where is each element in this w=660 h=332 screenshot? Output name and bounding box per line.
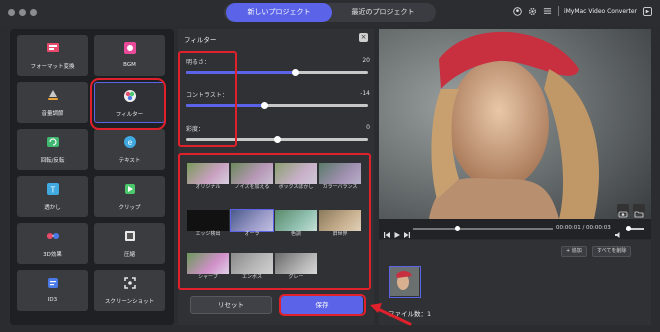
tool-clip[interactable]: クリップ	[94, 176, 165, 217]
tab-new-project[interactable]: 新しいプロジェクト	[226, 3, 332, 22]
volume-knob[interactable]	[626, 226, 631, 231]
watermark-icon: T	[46, 182, 60, 196]
title-bar: 新しいプロジェクト 最近のプロジェクト iMyMac Video Convert…	[0, 0, 660, 26]
tool-label: テキスト	[118, 158, 141, 164]
saturation-value: 0	[366, 124, 370, 131]
contrast-value: -14	[360, 90, 370, 97]
annotation-arrow-icon	[370, 303, 412, 326]
folder-icon[interactable]	[633, 204, 645, 218]
file-thumbnail[interactable]	[389, 266, 421, 298]
tool-rotate[interactable]: 回転/反転	[17, 129, 88, 170]
progress-knob[interactable]	[455, 226, 460, 231]
highlight-filter-tool	[90, 78, 166, 130]
tool-bgm[interactable]: BGM	[94, 35, 165, 76]
window-close-dot[interactable]	[8, 9, 15, 16]
svg-text:e: e	[127, 138, 132, 147]
tool-label: 回転/反転	[40, 158, 65, 164]
filter-title: フィルター	[184, 36, 217, 44]
highlight-save	[279, 294, 366, 316]
3d-glasses-icon	[46, 229, 60, 243]
id3-icon	[46, 276, 60, 290]
menu-icon[interactable]	[543, 6, 553, 16]
tool-compress[interactable]: 圧縮	[94, 223, 165, 264]
snapshot-camera-icon[interactable]	[617, 204, 629, 218]
tool-label: 音量調節	[41, 111, 64, 117]
divider	[557, 6, 559, 16]
player-controls: 00:00:01 / 00:00:03	[379, 219, 651, 239]
tool-grid: フォーマット変換 BGM 音量調節 フィルター 回転/反転 e テキスト T 透…	[10, 29, 174, 325]
tool-format-convert[interactable]: フォーマット変換	[17, 35, 88, 76]
project-tabs: 新しいプロジェクト 最近のプロジェクト	[224, 3, 436, 22]
slider-knob[interactable]	[273, 136, 281, 143]
add-file-button[interactable]: + 追加	[561, 246, 587, 257]
account-icon[interactable]	[513, 6, 523, 16]
screenshot-icon	[123, 276, 137, 290]
remove-all-button[interactable]: すべてを削除	[592, 246, 632, 257]
app-logo-icon	[642, 6, 652, 16]
brightness-value: 20	[362, 57, 370, 64]
tool-watermark[interactable]: T 透かし	[17, 176, 88, 217]
compress-icon	[123, 229, 137, 243]
reset-button[interactable]: リセット	[190, 296, 272, 314]
progress-bar[interactable]	[413, 226, 553, 231]
tool-label: 圧縮	[123, 252, 135, 258]
preview-frame	[379, 29, 651, 219]
rotate-icon	[46, 135, 60, 149]
settings-gear-icon[interactable]	[528, 6, 538, 16]
window-zoom-dot[interactable]	[30, 9, 37, 16]
slider-knob[interactable]	[291, 69, 299, 76]
tool-screenshot[interactable]: スクリーンショット	[94, 270, 165, 311]
tool-label: 3D効果	[43, 252, 62, 258]
tool-text[interactable]: e テキスト	[94, 129, 165, 170]
time-display: 00:00:01 / 00:00:03	[556, 225, 611, 231]
convert-icon	[46, 41, 60, 55]
highlight-adjustments	[178, 51, 237, 147]
tool-label: BGM	[123, 62, 136, 68]
volume-icon	[46, 88, 60, 102]
text-icon: e	[123, 135, 137, 149]
tool-label: クリップ	[118, 205, 141, 211]
clip-icon	[123, 182, 137, 196]
tool-volume[interactable]: 音量調節	[17, 82, 88, 123]
tool-id3[interactable]: ID3	[17, 270, 88, 311]
filter-header: フィルター ×	[178, 29, 374, 47]
highlight-presets	[178, 153, 371, 290]
slider-knob[interactable]	[260, 102, 268, 109]
svg-text:T: T	[50, 186, 55, 195]
window-minimize-dot[interactable]	[19, 9, 26, 16]
tool-label: フォーマット変換	[30, 64, 75, 70]
tool-label: スクリーンショット	[104, 299, 155, 305]
tool-label: 透かし	[44, 205, 61, 211]
tab-recent-projects[interactable]: 最近のプロジェクト	[332, 3, 434, 22]
tool-3d[interactable]: 3D効果	[17, 223, 88, 264]
close-icon[interactable]: ×	[359, 33, 368, 42]
app-title: iMyMac Video Converter	[563, 7, 637, 15]
music-icon	[123, 41, 137, 55]
video-preview	[379, 29, 651, 219]
app-window: 新しいプロジェクト 最近のプロジェクト iMyMac Video Convert…	[0, 0, 660, 332]
tool-label: ID3	[47, 297, 58, 303]
volume-slider[interactable]	[626, 226, 644, 231]
